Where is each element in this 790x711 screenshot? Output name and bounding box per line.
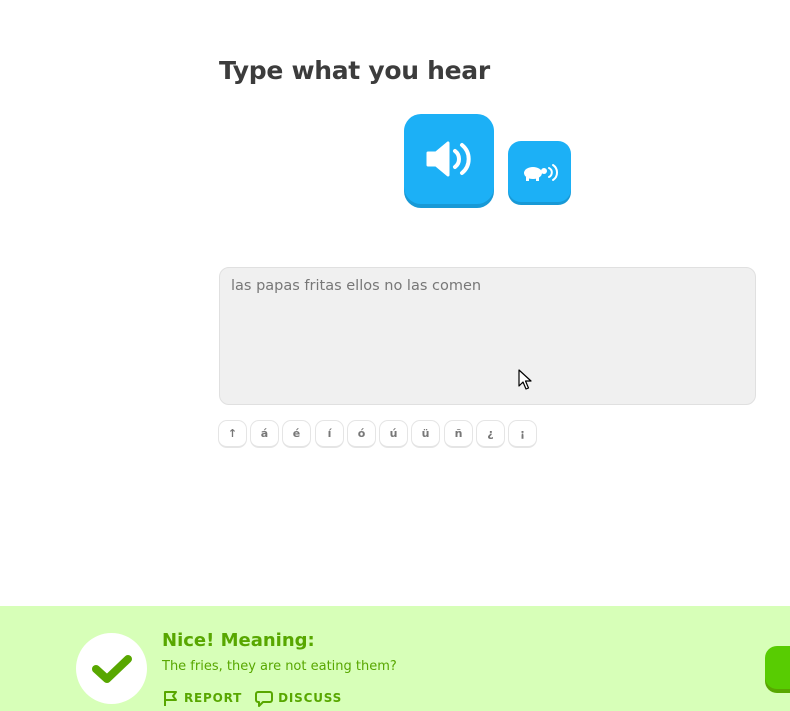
key-shift[interactable]: ↑ bbox=[218, 420, 247, 448]
report-button[interactable]: REPORT bbox=[162, 690, 242, 707]
key-e-acute[interactable]: é bbox=[282, 420, 311, 448]
turtle-speaker-icon bbox=[523, 163, 558, 181]
key-u-diaeresis[interactable]: ü bbox=[411, 420, 440, 448]
key-i-acute[interactable]: í bbox=[315, 420, 344, 448]
flag-icon bbox=[164, 690, 177, 706]
feedback-banner: Nice! Meaning: The fries, they are not e… bbox=[0, 606, 790, 711]
feedback-title: Nice! Meaning: bbox=[162, 630, 315, 651]
speaker-icon bbox=[426, 141, 471, 177]
feedback-meaning: The fries, they are not eating them? bbox=[162, 659, 397, 674]
key-inverted-question[interactable]: ¿ bbox=[476, 420, 505, 448]
key-n-tilde[interactable]: ñ bbox=[444, 420, 473, 448]
key-u-acute[interactable]: ú bbox=[379, 420, 408, 448]
special-character-keys: ↑ á é í ó ú ü ñ ¿ ¡ bbox=[218, 420, 548, 448]
key-a-acute[interactable]: á bbox=[250, 420, 279, 448]
success-badge bbox=[76, 633, 147, 704]
report-label: REPORT bbox=[184, 691, 243, 705]
play-audio-button[interactable] bbox=[404, 114, 494, 204]
discuss-button[interactable]: DISCUSS bbox=[255, 690, 342, 707]
key-o-acute[interactable]: ó bbox=[347, 420, 376, 448]
slow-audio-button[interactable] bbox=[508, 141, 571, 202]
page-title: Type what you hear bbox=[219, 56, 490, 85]
discuss-label: DISCUSS bbox=[278, 691, 343, 705]
key-inverted-exclamation[interactable]: ¡ bbox=[508, 420, 537, 448]
feedback-actions: REPORT DISCUSS bbox=[162, 688, 355, 708]
answer-textarea[interactable]: las papas fritas ellos no las comen bbox=[219, 267, 756, 405]
mouse-pointer-icon bbox=[518, 369, 532, 390]
checkmark-icon bbox=[91, 654, 132, 683]
speech-bubble-icon bbox=[255, 690, 274, 707]
continue-button[interactable] bbox=[765, 646, 790, 689]
